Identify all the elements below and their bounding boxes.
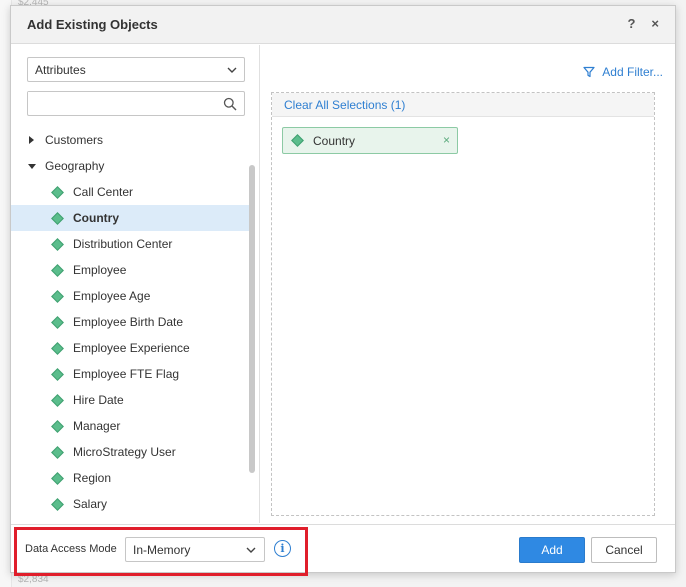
tree-folder-customers[interactable]: Customers [11,127,251,153]
tree-item-microstrategy-user[interactable]: MicroStrategy User [11,439,251,465]
dialog-titlebar: Add Existing Objects ? × [11,6,675,44]
tree-item-label: Employee FTE Flag [73,367,180,381]
tree-item-label: Distribution Center [73,237,173,251]
object-search-input[interactable] [28,92,208,114]
tree-item-label: Country [73,211,119,225]
selection-pane: Add Filter... Clear All Selections (1) C… [261,45,675,523]
tree-item-label: Manager [73,419,121,433]
data-access-mode-value: In-Memory [133,542,191,557]
attribute-diamond-icon [51,445,64,459]
clear-all-selections-bar: Clear All Selections (1) [272,93,654,117]
add-existing-objects-dialog: Add Existing Objects ? × Attributes Cust… [10,5,676,576]
tree-scrollbar[interactable] [249,165,255,473]
selected-object-label: Country [313,133,356,148]
tree-item-call-center[interactable]: Call Center [11,179,251,205]
chevron-down-icon [227,67,237,73]
cancel-button[interactable]: Cancel [591,537,657,563]
tree-item-label: Employee Experience [73,341,190,355]
attribute-diamond-icon [51,185,64,199]
attribute-diamond-icon [51,341,64,355]
tree-item-employee[interactable]: Employee [11,257,251,283]
add-filter-link[interactable]: Add Filter... [583,65,663,79]
attribute-diamond-icon [51,263,64,277]
dialog-title: Add Existing Objects [27,17,158,32]
tree-item-label: Salary [73,497,108,511]
tree-item-salary[interactable]: Salary [11,491,251,517]
attribute-diamond-icon [51,367,64,381]
attribute-diamond-icon [51,419,64,433]
tree-item-label: Call Center [73,185,134,199]
tree-item-employee-fte-flag[interactable]: Employee FTE Flag [11,361,251,387]
data-access-mode-dropdown[interactable]: In-Memory [125,537,265,562]
filter-icon [583,66,595,78]
info-icon[interactable]: i [274,540,291,557]
attribute-diamond-icon [51,237,64,251]
attribute-diamond-icon [51,289,64,303]
add-filter-label: Add Filter... [602,65,663,79]
caret-right-icon[interactable] [29,136,34,144]
tree-folder-label: Geography [45,159,105,173]
object-search-box [27,91,245,116]
attribute-diamond-icon [51,211,64,225]
tree-item-employee-experience[interactable]: Employee Experience [11,335,251,361]
close-button[interactable]: × [651,16,659,31]
dialog-footer: Data Access Mode In-Memory i Add Cancel [11,524,675,576]
data-access-mode-label: Data Access Mode [25,543,117,555]
tree-item-employee-birth-date[interactable]: Employee Birth Date [11,309,251,335]
tree-folder-label: Customers [45,133,104,147]
selected-object-chip[interactable]: Country × [282,127,458,154]
tree-item-manager[interactable]: Manager [11,413,251,439]
search-icon[interactable] [223,97,237,111]
tree-item-label: Region [73,471,112,485]
attribute-diamond-icon [51,393,64,407]
tree-item-country[interactable]: Country [11,205,251,231]
tree-item-label: MicroStrategy User [73,445,176,459]
selection-dropzone[interactable]: Clear All Selections (1) Country × [271,92,655,516]
tree-item-distribution-center[interactable]: Distribution Center [11,231,251,257]
tree-item-label: Employee Birth Date [73,315,184,329]
tree-item-label: Employee [73,263,127,277]
remove-selection-icon[interactable]: × [443,133,450,147]
chevron-down-icon [246,547,256,553]
tree-item-label: Employee Age [73,289,151,303]
help-button[interactable]: ? [627,16,635,31]
clear-all-selections-link[interactable]: Clear All Selections (1) [284,98,405,112]
tree-item-label: Hire Date [73,393,124,407]
tree-item-employee-age[interactable]: Employee Age [11,283,251,309]
attribute-diamond-icon [291,134,304,147]
object-type-value: Attributes [35,62,86,77]
tree-folder-geography[interactable]: Geography [11,153,251,179]
attribute-diamond-icon [51,497,64,511]
object-browser-pane: Attributes Customers Geography Call Cent… [11,45,260,523]
object-tree: Customers Geography Call Center Country … [11,127,251,523]
caret-down-icon[interactable] [28,163,36,169]
attribute-diamond-icon [51,471,64,485]
tree-item-region[interactable]: Region [11,465,251,491]
titlebar-actions: ? × [627,16,659,31]
tree-item-hire-date[interactable]: Hire Date [11,387,251,413]
object-type-dropdown[interactable]: Attributes [27,57,245,82]
attribute-diamond-icon [51,315,64,329]
add-button[interactable]: Add [519,537,585,563]
